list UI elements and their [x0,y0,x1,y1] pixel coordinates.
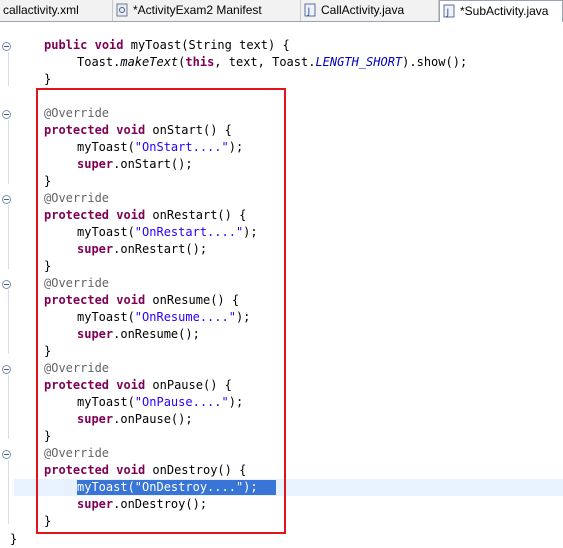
code-line: protected void onRestart() { [44,208,247,222]
code-line: public void myToast(String text) { [44,38,290,52]
code-line: } [44,429,52,443]
code-line: } [44,174,52,188]
collapse-icon[interactable] [2,280,11,289]
code-line: myToast("OnStart...."); [77,140,244,154]
collapse-icon[interactable] [2,195,11,204]
svg-text:J: J [307,7,311,17]
fold-ruler [8,375,9,439]
selected-code-line: myToast("OnDestroy...."); [77,480,258,494]
code-line: @Override [44,191,110,205]
svg-text:J: J [446,8,450,18]
code-line: super.onStart(); [77,157,193,171]
code-line: super.onPause(); [77,412,193,426]
code-line: myToast("OnPause...."); [77,395,244,409]
code-line: } [44,72,52,86]
collapse-icon[interactable] [2,365,11,374]
collapse-icon[interactable] [2,42,11,51]
code-line: @Override [44,276,110,290]
code-line: protected void onStart() { [44,123,232,137]
code-line: } [10,532,18,546]
tab-label: *SubActivity.java [460,4,549,18]
code-line: @Override [44,106,110,120]
code-line: super.onRestart(); [77,242,208,256]
code-line: } [44,514,52,528]
code-line: protected void onResume() { [44,293,240,307]
fold-ruler [8,290,9,354]
tab-callactivity-xml[interactable]: callactivity.xml [0,0,113,21]
code-line: } [44,344,52,358]
tab-label: CallActivity.java [321,3,405,17]
code-line: @Override [44,361,110,375]
fold-ruler [8,52,9,86]
editor-tab-bar: callactivity.xml *ActivityExam2 Manifest… [0,0,563,22]
code-line: } [44,259,52,273]
code-line: super.onDestroy(); [77,497,208,511]
manifest-icon [116,3,128,17]
collapse-icon[interactable] [2,110,11,119]
tab-subactivity-java[interactable]: J *SubActivity.java [439,0,563,22]
tab-activityexam2-manifest[interactable]: *ActivityExam2 Manifest [113,0,301,21]
code-line: @Override [44,446,110,460]
java-file-icon: J [443,4,455,18]
collapse-icon[interactable] [2,450,11,459]
code-line: myToast("OnRestart...."); [77,225,258,239]
code-line: super.onResume(); [77,327,200,341]
code-line: protected void onDestroy() { [44,463,247,477]
code-line: Toast.makeText(this, text, Toast.LENGTH_… [77,55,468,69]
tab-label: callactivity.xml [3,3,79,17]
tab-callactivity-java[interactable]: J CallActivity.java [301,0,439,21]
tab-label: *ActivityExam2 Manifest [133,3,262,17]
fold-ruler [8,120,9,184]
java-file-icon: J [304,3,316,17]
code-line: protected void onPause() { [44,378,232,392]
fold-ruler [8,460,9,524]
code-line: myToast("OnResume...."); [77,310,251,324]
fold-ruler [8,205,9,269]
